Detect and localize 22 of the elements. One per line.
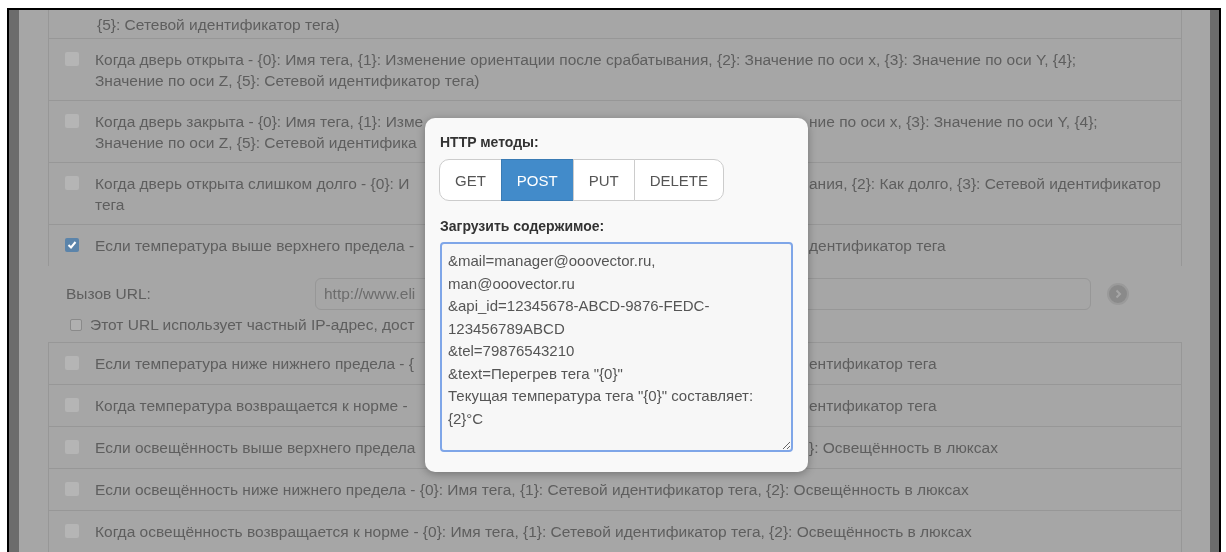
event-label: дентификатор тега: [809, 236, 946, 256]
event-label: Значение по оси Z, {5}: Сетевой идентифика: [95, 133, 417, 153]
url-label: Вызов URL:: [66, 285, 152, 303]
methods-label: HTTP методы:: [440, 134, 540, 150]
payload-label: Загрузить содержимое:: [440, 218, 606, 234]
event-label: Если освещённость выше верхнего предела: [95, 438, 416, 458]
private-ip-label: Этот URL использует частный IP-адрес, дост: [90, 316, 415, 334]
event-label: Когда дверь открыта - {0}: Имя тега, {1}: Изменение ориентации после срабатывания, {2}: Значение по оси x, {3}: Значение по оси Y, {4}; Значение по оси Z, {5}: Сетевой идентификатор тега): [95, 50, 1078, 91]
event-label: ние по оси x, {3}: Значение по оси Y, {4};: [809, 112, 1098, 132]
event-label: Если температура ниже нижнего предела - {: [95, 354, 414, 374]
event-label: Если температура выше верхнего предела -: [95, 236, 415, 256]
event-label: }: Освещённость в люксах: [809, 438, 998, 458]
event-label: ания, {2}: Как долго, {3}: Сетевой идентификатор: [809, 174, 1161, 194]
event-label: Когда температура возвращается к норме -: [95, 396, 408, 416]
event-label: {5}: Сетевой идентификатор тега): [97, 14, 340, 35]
event-label: Когда освещённость возвращается к норме - {0}: Имя тега, {1}: Сетевой идентификатор тега, {2}: Освещённость в люксах: [95, 522, 972, 542]
event-label: ентификатор тега: [809, 396, 937, 416]
event-label: тега: [95, 195, 125, 215]
event-label: ентификатор тега: [809, 354, 937, 374]
event-label: Когда дверь закрыта - {0}: Имя тега, {1}: Изме: [95, 112, 424, 132]
event-label: Если освещённость ниже нижнего предела - {0}: Имя тега, {1}: Сетевой идентификатор тега, {2}: Освещённость в люксах: [95, 480, 969, 500]
event-label: Когда дверь открыта слишком долго - {0}: И: [95, 174, 410, 194]
